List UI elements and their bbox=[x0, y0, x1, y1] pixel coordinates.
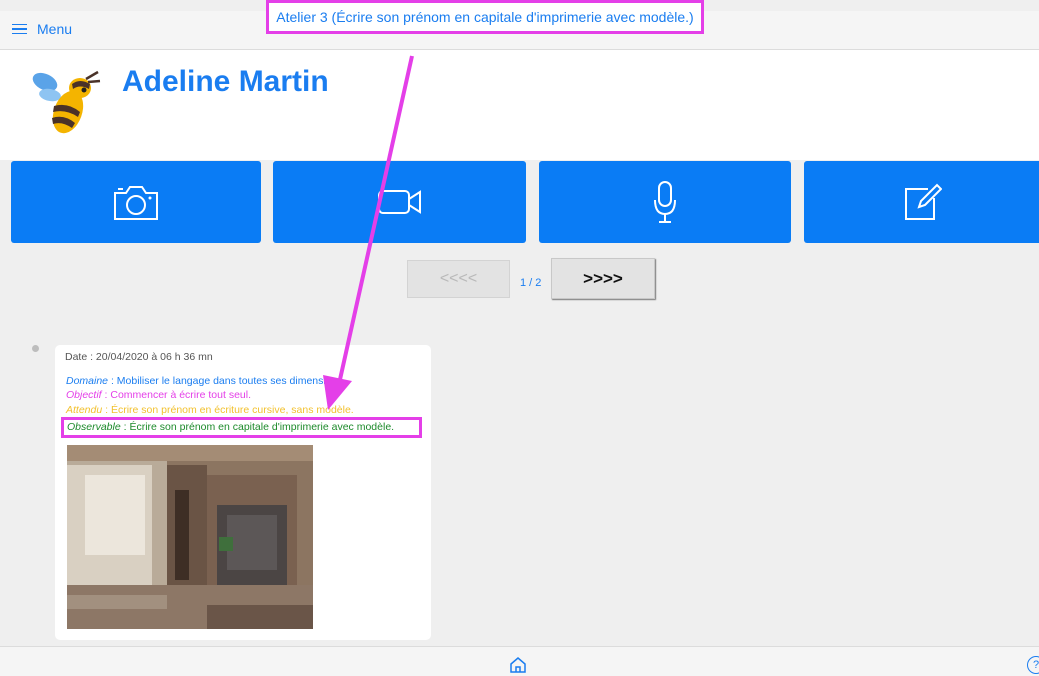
camera-icon bbox=[114, 186, 158, 220]
domaine-key: Domaine bbox=[66, 375, 109, 387]
video-camera-icon bbox=[377, 190, 421, 214]
hamburger-icon bbox=[12, 23, 27, 35]
help-icon[interactable]: ? bbox=[1027, 656, 1039, 674]
entry-photo[interactable] bbox=[67, 445, 313, 629]
observable-key: Observable bbox=[67, 421, 121, 433]
attendu-key: Attendu bbox=[66, 404, 103, 416]
note-button[interactable] bbox=[804, 161, 1039, 243]
observable-value: : Écrire son prénom en capitale d'imprim… bbox=[120, 421, 395, 433]
microphone-icon bbox=[654, 181, 676, 223]
objectif-value: : Commencer à écrire tout seul. bbox=[101, 389, 251, 401]
domaine-value: : Mobiliser le langage dans toutes ses d… bbox=[108, 375, 346, 387]
timeline-bullet bbox=[32, 345, 39, 352]
bee-avatar-icon bbox=[32, 70, 101, 134]
previous-page-button[interactable]: <<<< bbox=[407, 260, 510, 298]
attendu-line: Attendu : Écrire son prénom en écriture … bbox=[66, 404, 354, 416]
page-indicator: 1 / 2 bbox=[520, 277, 542, 289]
entry-date: Date : 20/04/2020 à 06 h 36 mn bbox=[65, 351, 213, 363]
objectif-line: Objectif : Commencer à écrire tout seul. bbox=[66, 389, 251, 401]
edit-note-icon bbox=[904, 183, 942, 220]
student-header: Adeline Martin bbox=[0, 50, 1039, 160]
photo-button[interactable] bbox=[11, 161, 261, 243]
student-name: Adeline Martin bbox=[122, 65, 329, 98]
observation-card: Date : 20/04/2020 à 06 h 36 mn Domaine :… bbox=[55, 345, 431, 640]
home-icon[interactable] bbox=[509, 656, 527, 674]
objectif-key: Objectif bbox=[66, 389, 102, 401]
audio-button[interactable] bbox=[539, 161, 791, 243]
page-title-text: Atelier 3 (Écrire son prénom en capitale… bbox=[276, 9, 694, 25]
menu-button[interactable]: Menu bbox=[12, 21, 72, 37]
observable-line: Observable : Écrire son prénom en capita… bbox=[61, 417, 422, 438]
video-button[interactable] bbox=[273, 161, 526, 243]
menu-label: Menu bbox=[37, 21, 73, 37]
attendu-value: : Écrire son prénom en écriture cursive,… bbox=[102, 404, 354, 416]
page-title: Atelier 3 (Écrire son prénom en capitale… bbox=[266, 0, 704, 34]
domaine-line: Domaine : Mobiliser le langage dans tout… bbox=[66, 375, 346, 387]
next-page-button[interactable]: >>>> bbox=[551, 258, 655, 299]
bottom-bar: ? bbox=[0, 646, 1039, 676]
